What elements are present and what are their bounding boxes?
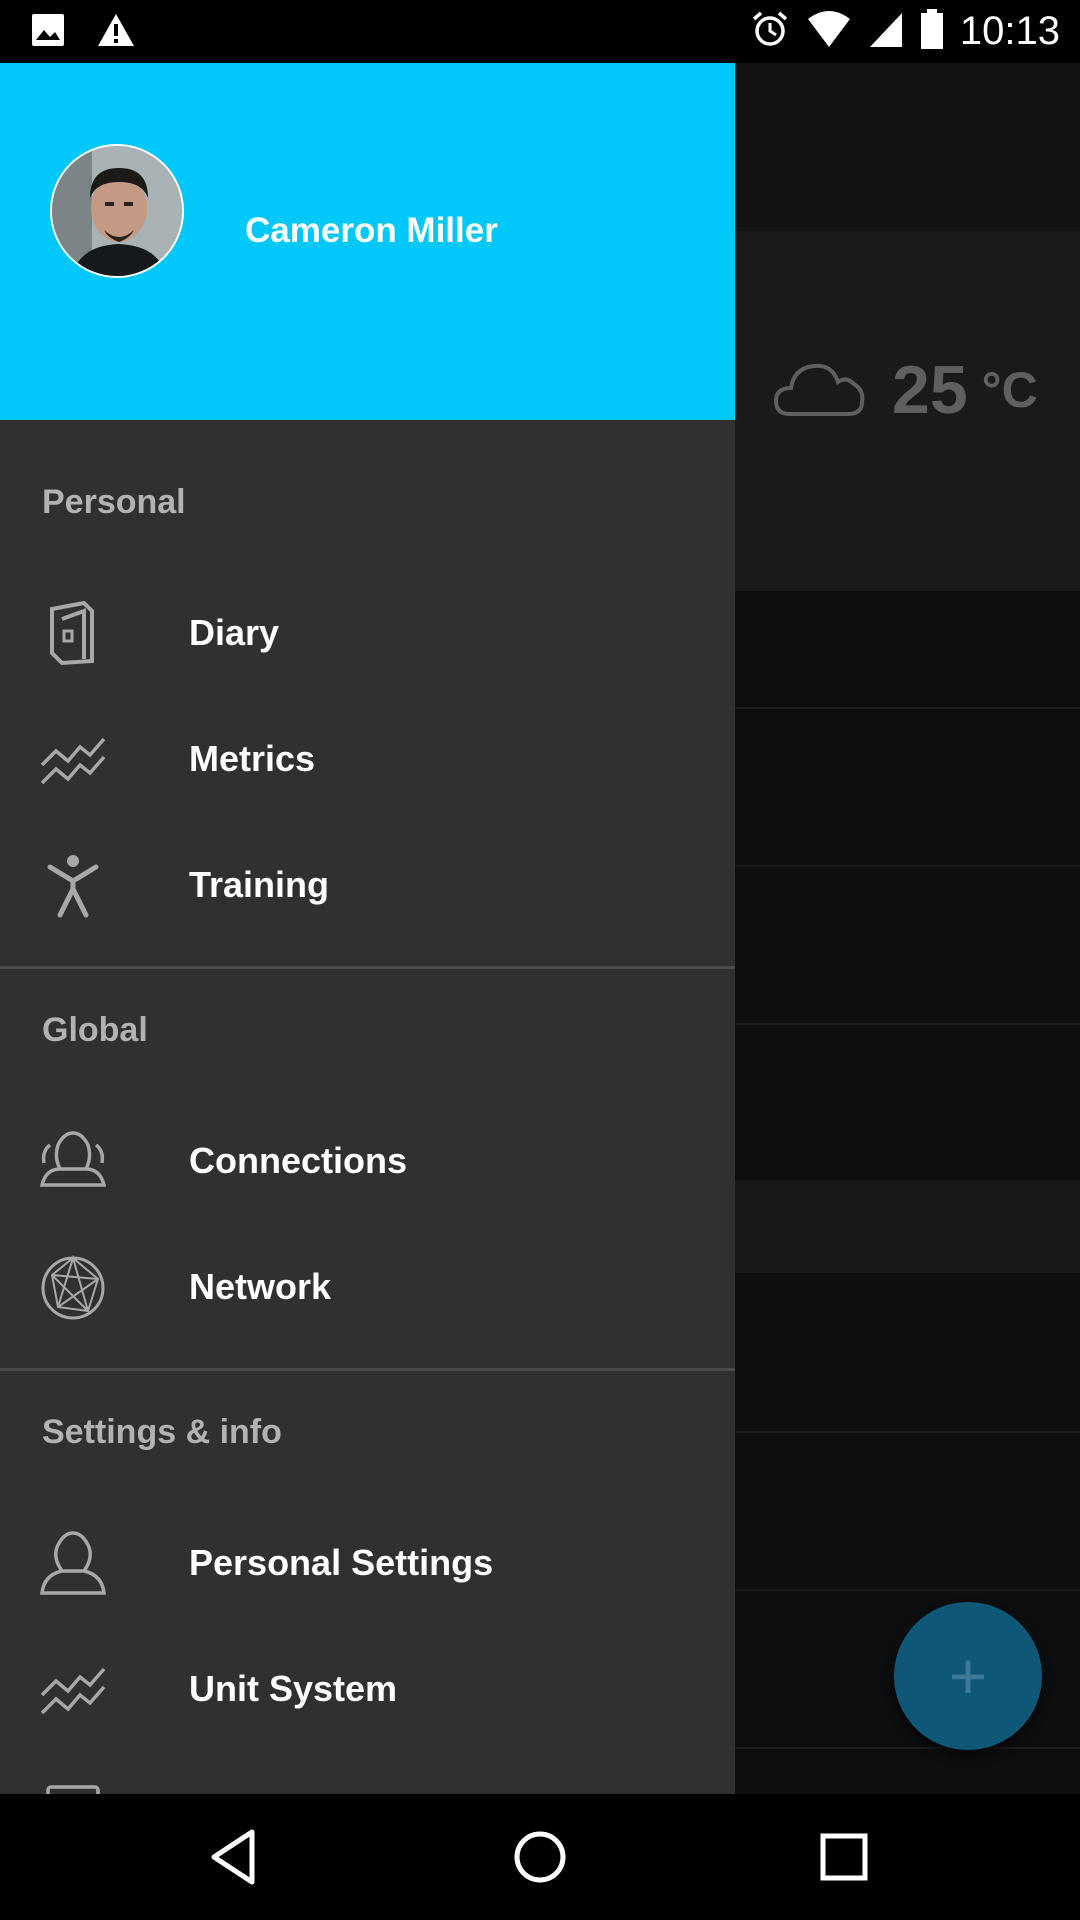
menu-item-partial[interactable] <box>0 1750 735 1794</box>
section-title-settings: Settings & info <box>42 1413 282 1451</box>
document-icon <box>40 1783 106 1794</box>
menu-label: Network <box>189 1266 332 1307</box>
menu-label: Diary <box>189 612 280 653</box>
temperature-unit: °C <box>981 362 1038 418</box>
back-icon[interactable] <box>200 1822 270 1892</box>
menu-item-personal-settings[interactable]: Personal Settings <box>0 1498 735 1624</box>
person-icon <box>40 1531 106 1597</box>
alarm-icon <box>750 9 790 54</box>
plus-icon: + <box>948 1639 988 1713</box>
clock-time: 10:13 <box>959 9 1060 53</box>
signal-icon <box>868 9 904 54</box>
battery-icon <box>920 8 944 55</box>
home-icon[interactable] <box>505 1822 575 1892</box>
menu-item-connections[interactable]: Connections <box>0 1096 735 1222</box>
menu-label: Unit System <box>189 1668 398 1709</box>
temperature-value: 25 <box>892 352 968 428</box>
user-name: Cameron Miller <box>245 211 498 250</box>
navigation-drawer: Cameron Miller Personal Diary Metrics Tr… <box>0 63 735 1794</box>
connections-icon <box>39 1129 107 1195</box>
menu-item-training[interactable]: Training <box>0 820 735 946</box>
menu-label: Personal Settings <box>189 1542 494 1583</box>
cloud-icon <box>772 356 868 425</box>
section-title-personal: Personal <box>42 483 186 521</box>
menu-item-diary[interactable]: Diary <box>0 568 735 694</box>
menu-item-unit-system[interactable]: Unit System <box>0 1624 735 1750</box>
menu-label: Metrics <box>189 738 316 779</box>
drawer-header: Cameron Miller <box>0 63 735 420</box>
add-button[interactable]: + <box>894 1602 1042 1750</box>
menu-label: Training <box>189 864 330 905</box>
menu-item-metrics[interactable]: Metrics <box>0 694 735 820</box>
menu-label: Connections <box>189 1140 408 1181</box>
avatar[interactable] <box>50 144 184 278</box>
training-icon <box>40 853 106 919</box>
unit-system-icon <box>40 1657 106 1723</box>
status-bar: 10:13 <box>0 0 1080 63</box>
image-icon <box>30 12 66 53</box>
section-divider <box>0 1368 735 1371</box>
network-icon <box>40 1254 106 1321</box>
diary-icon <box>40 600 106 667</box>
metrics-icon <box>40 727 106 793</box>
menu-item-network[interactable]: Network <box>0 1222 735 1348</box>
section-divider <box>0 966 735 969</box>
section-title-global: Global <box>42 1011 148 1049</box>
recents-icon[interactable] <box>809 1822 879 1892</box>
warning-icon <box>96 12 136 53</box>
wifi-icon <box>806 9 852 54</box>
system-nav-bar <box>0 1794 1080 1920</box>
